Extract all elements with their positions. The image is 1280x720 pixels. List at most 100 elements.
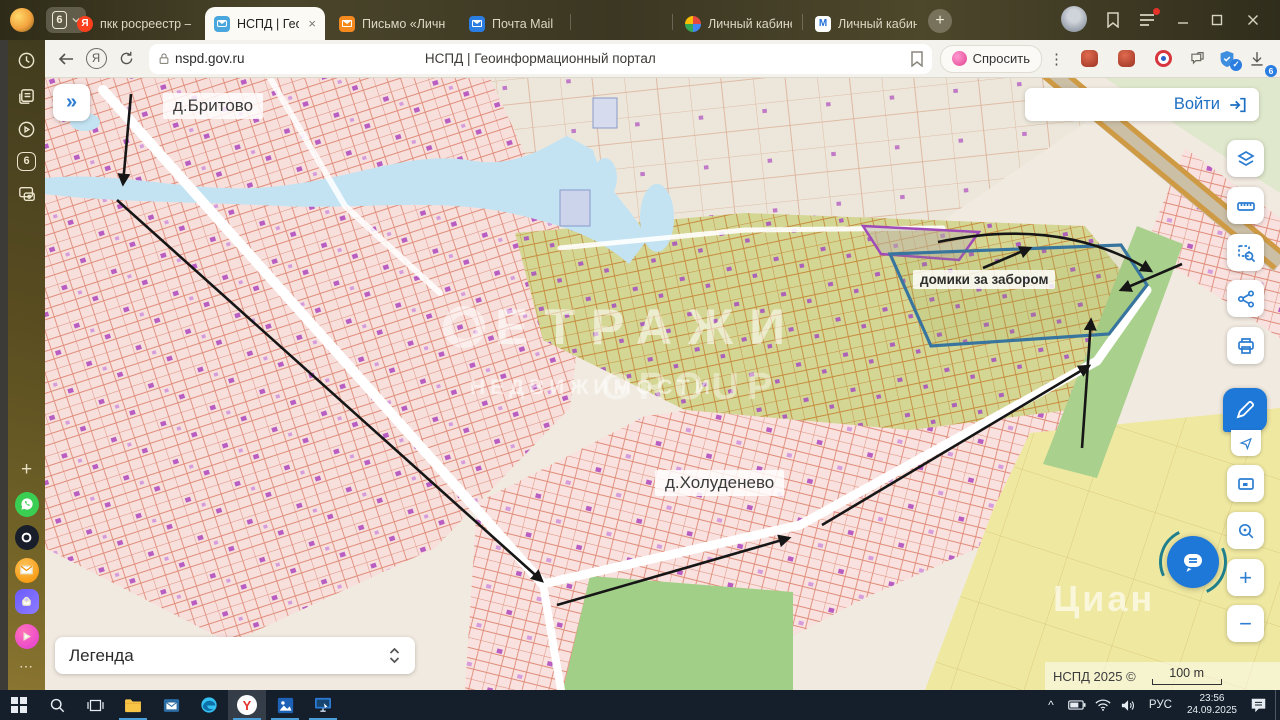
tab-pkk-rosreestr[interactable]: Я пкк росреестр — Янд xyxy=(68,7,200,40)
maximize-button[interactable] xyxy=(1204,11,1230,29)
place-label-britovo: д.Бритово xyxy=(163,93,263,119)
search-object-button[interactable] xyxy=(1227,512,1264,549)
mail-app-icon[interactable] xyxy=(152,690,190,720)
pen-icon xyxy=(1234,399,1256,421)
zoom-out-button[interactable]: − xyxy=(1227,605,1264,642)
extension-icon-2[interactable] xyxy=(1118,50,1135,67)
extension-icon-3[interactable] xyxy=(1155,50,1172,67)
yandex-services-button[interactable]: Я xyxy=(81,45,111,73)
overview-map-button[interactable] xyxy=(1227,465,1264,502)
zoom-in-button[interactable]: + xyxy=(1227,559,1264,596)
address-bar[interactable]: nspd.gov.ru НСПД | Геоинформационный пор… xyxy=(149,44,932,74)
battery-icon[interactable] xyxy=(1066,690,1088,720)
scale-bar: 100 m xyxy=(1150,667,1224,686)
action-center-icon[interactable] xyxy=(1247,690,1269,720)
screenshot-icon[interactable] xyxy=(15,182,39,206)
bookmark-flag-icon[interactable] xyxy=(1102,10,1124,30)
login-label: Войти xyxy=(1174,95,1220,114)
print-button[interactable] xyxy=(1227,327,1264,364)
language-indicator[interactable]: РУС xyxy=(1144,699,1177,711)
notes-icon[interactable] xyxy=(15,84,39,108)
user-avatar[interactable] xyxy=(1061,6,1087,32)
file-explorer-icon[interactable] xyxy=(114,690,152,720)
wifi-icon[interactable] xyxy=(1092,690,1114,720)
alice-icon xyxy=(952,51,967,66)
map-attribution-bar: НСПД 2025 © 100 m xyxy=(1045,662,1280,690)
minimize-button[interactable] xyxy=(1170,11,1196,29)
photos-app-icon[interactable] xyxy=(266,690,304,720)
close-window-button[interactable] xyxy=(1240,11,1266,29)
reload-button[interactable] xyxy=(111,45,141,73)
yandex-favicon: Я xyxy=(77,16,93,32)
share-button[interactable] xyxy=(1227,280,1264,317)
annotation-domiki: домики за забором xyxy=(913,270,1055,289)
yandex-browser-taskbar-icon[interactable]: Y xyxy=(228,690,266,720)
place-label-kholudenevo: д.Холуденево xyxy=(655,470,784,496)
legend-collapse-icon[interactable] xyxy=(388,647,401,664)
browser-menu-icon[interactable] xyxy=(1136,10,1158,30)
alice-icon-sidebar[interactable] xyxy=(15,624,39,648)
locate-button[interactable] xyxy=(1231,430,1261,456)
tray-expand-icon[interactable]: ^ xyxy=(1040,690,1062,720)
extension-icon-1[interactable] xyxy=(1081,50,1098,67)
selected-area-outline xyxy=(890,245,1147,346)
map-viewport[interactable]: д.Бритово д.Холуденево домики за забором… xyxy=(45,78,1280,690)
video-icon[interactable] xyxy=(15,117,39,141)
tab-nspd-active[interactable]: НСПД | Геоинформ × xyxy=(205,7,325,40)
tabs-panel-icon[interactable]: 6 xyxy=(15,149,39,173)
layers-button[interactable] xyxy=(1227,140,1264,177)
downloads-icon[interactable]: 6 xyxy=(1242,45,1272,73)
whatsapp-icon[interactable] xyxy=(15,492,39,516)
remote-desktop-icon[interactable] xyxy=(304,690,342,720)
legend-panel[interactable]: Легенда xyxy=(55,637,415,674)
login-icon xyxy=(1228,96,1247,114)
draw-tool-button-active[interactable] xyxy=(1223,388,1267,432)
clock[interactable]: 23:56 24.09.2025 xyxy=(1181,693,1243,718)
browser-profile-icon[interactable] xyxy=(10,8,34,32)
tab-separator xyxy=(672,14,673,30)
yandex-mail-icon[interactable] xyxy=(15,558,39,582)
feedback-icon[interactable] xyxy=(1182,45,1212,73)
start-button[interactable] xyxy=(0,690,38,720)
back-button[interactable] xyxy=(51,45,81,73)
window-edge xyxy=(0,40,8,690)
cian-favicon: М xyxy=(815,16,831,32)
page-title: НСПД | Геоинформационный портал xyxy=(149,51,932,66)
mail-blue-favicon xyxy=(469,16,485,32)
measure-button[interactable] xyxy=(1227,187,1264,224)
purple-app-icon[interactable] xyxy=(15,589,39,613)
desktop-screen: 6 Я пкк росреестр — Янд НСПД | Геоинформ… xyxy=(0,0,1280,720)
search-area-button[interactable] xyxy=(1227,234,1264,271)
opera-app-icon[interactable] xyxy=(15,525,39,549)
task-view-icon[interactable] xyxy=(76,690,114,720)
nspd-favicon xyxy=(214,16,230,32)
ask-alice-button[interactable]: Спросить xyxy=(940,45,1042,73)
chat-support-button[interactable] xyxy=(1167,536,1219,588)
add-bookmark-icon[interactable] xyxy=(910,51,924,67)
tab-separator xyxy=(570,14,571,30)
tab-count-badge: 6 xyxy=(52,11,67,29)
tab-mail-letter[interactable]: Письмо «Личный каб xyxy=(330,7,455,40)
login-bar[interactable]: Войти xyxy=(1025,88,1259,121)
show-desktop-strip[interactable] xyxy=(1275,690,1280,720)
colorful-dots-favicon xyxy=(685,16,701,32)
map-canvas[interactable] xyxy=(45,78,1280,690)
protect-shield-icon[interactable]: ✓ xyxy=(1212,45,1242,73)
taskbar-search-icon[interactable] xyxy=(38,690,76,720)
tab-pochta-mail[interactable]: Почта Mail xyxy=(460,7,565,40)
add-panel-button[interactable]: + xyxy=(15,458,39,482)
ask-menu-icon[interactable]: ⋮ xyxy=(1042,50,1071,68)
close-tab-icon[interactable]: × xyxy=(308,17,316,30)
new-tab-button[interactable]: + xyxy=(928,9,952,33)
attribution-text: НСПД 2025 © xyxy=(1053,669,1136,684)
more-apps-icon[interactable]: ⋯ xyxy=(15,654,39,678)
tab-lichny-kabinet-mos[interactable]: Личный кабинет - Мо xyxy=(676,7,801,40)
lock-icon xyxy=(157,51,171,66)
volume-icon[interactable] xyxy=(1118,690,1140,720)
expand-panel-button[interactable]: » xyxy=(53,84,90,121)
tab-lichny-kabinet-cian[interactable]: М Личный кабинет ЦИА xyxy=(806,7,926,40)
url-text: nspd.gov.ru xyxy=(175,51,245,66)
history-icon[interactable] xyxy=(15,48,39,72)
edge-browser-icon[interactable] xyxy=(190,690,228,720)
browser-side-panel: 6 + xyxy=(8,40,45,690)
